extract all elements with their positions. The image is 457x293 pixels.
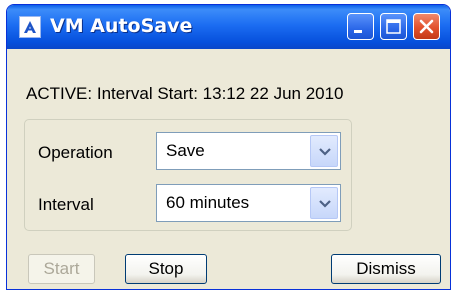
close-button[interactable] bbox=[413, 13, 440, 40]
start-button[interactable]: Start bbox=[28, 254, 95, 284]
chevron-down-icon bbox=[319, 200, 331, 208]
minimize-button[interactable] bbox=[347, 13, 374, 40]
operation-label: Operation bbox=[38, 143, 113, 162]
interval-dropdown-button[interactable] bbox=[310, 187, 338, 219]
stop-button[interactable]: Stop bbox=[125, 254, 207, 284]
title-bar[interactable]: VM AutoSave bbox=[7, 5, 450, 49]
interval-label: Interval bbox=[38, 195, 94, 214]
dismiss-button[interactable]: Dismiss bbox=[331, 254, 441, 284]
maximize-icon bbox=[386, 19, 401, 34]
interval-value: 60 minutes bbox=[166, 193, 250, 212]
chevron-down-icon bbox=[319, 148, 331, 156]
status-text: ACTIVE: Interval Start: 13:12 22 Jun 201… bbox=[26, 84, 344, 103]
interval-select[interactable]: 60 minutes bbox=[156, 184, 341, 222]
autosave-dialog: VM AutoSave ACTIVE: Interval Start: 13:1… bbox=[6, 4, 451, 290]
settings-group: Operation Save Interval 60 minutes bbox=[24, 119, 352, 231]
window-title: VM AutoSave bbox=[50, 15, 193, 37]
close-icon bbox=[419, 19, 434, 34]
operation-value: Save bbox=[166, 141, 205, 160]
vm-autosave-icon bbox=[19, 16, 41, 38]
operation-dropdown-button[interactable] bbox=[310, 135, 338, 167]
minimize-icon bbox=[354, 30, 362, 33]
maximize-button[interactable] bbox=[380, 13, 407, 40]
operation-select[interactable]: Save bbox=[156, 132, 341, 170]
